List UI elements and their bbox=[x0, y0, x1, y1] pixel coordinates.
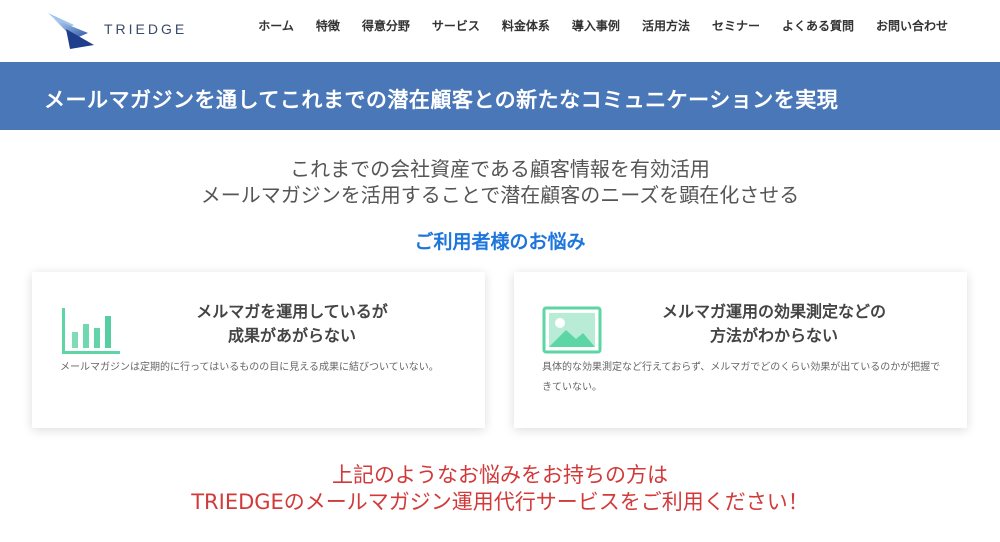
logo[interactable]: TRIEDGE bbox=[44, 10, 204, 52]
cta-line-1: 上記のようなお悩みをお持ちの方は bbox=[332, 463, 668, 487]
nav-item-contact[interactable]: お問い合わせ bbox=[876, 17, 948, 34]
section-title: ご利用者様のお悩み bbox=[414, 231, 586, 253]
card-title-line-2: 成果があがらない bbox=[227, 326, 356, 345]
nav-item-features[interactable]: 特徴 bbox=[316, 17, 340, 34]
card-title: メルマガ運用の効果測定などの 方法がわからない bbox=[614, 300, 934, 348]
card-description: メールマガジンは定期的に行ってはいるものの目に見える成果に結びついていない。 bbox=[60, 362, 439, 373]
bar-chart-icon bbox=[62, 308, 120, 354]
nav-item-home[interactable]: ホーム bbox=[258, 17, 294, 34]
concern-card-2: メルマガ運用の効果測定などの 方法がわからない 具体的な効果測定など行えておらず… bbox=[514, 272, 967, 428]
nav-item-faq[interactable]: よくある質問 bbox=[782, 17, 854, 34]
site-header: TRIEDGE ホーム 特徴 得意分野 サービス 料金体系 導入事例 活用方法 … bbox=[0, 0, 1000, 62]
card-title-line-1: メルマガ運用の効果測定などの bbox=[661, 302, 886, 321]
cta-line-2: TRIEDGEのメールマガジン運用代行サービスをご利用ください！ bbox=[191, 490, 809, 514]
nav-item-seminar[interactable]: セミナー bbox=[712, 17, 760, 34]
banner-title: メールマガジンを通してこれまでの潜在顧客との新たなコミュニケーションを実現 bbox=[44, 88, 839, 112]
nav-item-specialties[interactable]: 得意分野 bbox=[362, 17, 410, 34]
logo-text: TRIEDGE bbox=[104, 21, 188, 37]
logo-mark-icon bbox=[48, 13, 94, 49]
concern-card-1: メルマガを運用しているが 成果があがらない メールマガジンは定期的に行ってはいる… bbox=[32, 272, 485, 428]
call-to-action: 上記のようなお悩みをお持ちの方は TRIEDGEのメールマガジン運用代行サービス… bbox=[0, 462, 1000, 516]
intro-line-1: これまでの会社資産である顧客情報を有効活用 bbox=[290, 157, 710, 181]
nav-item-case-studies[interactable]: 導入事例 bbox=[572, 17, 620, 34]
main-nav: ホーム 特徴 得意分野 サービス 料金体系 導入事例 活用方法 セミナー よくあ… bbox=[258, 17, 948, 34]
hero-banner: メールマガジンを通してこれまでの潜在顧客との新たなコミュニケーションを実現 bbox=[0, 62, 1000, 130]
card-title-line-1: メルマガを運用しているが bbox=[196, 302, 388, 321]
card-description: 具体的な効果測定など行えておらず、メルマガでどのくらい効果が出ているのかが把握で… bbox=[542, 362, 941, 393]
intro-line-2: メールマガジンを活用することで潜在顧客のニーズを顕在化させる bbox=[200, 183, 800, 207]
image-icon bbox=[542, 306, 602, 354]
card-title-line-2: 方法がわからない bbox=[709, 326, 838, 345]
card-title: メルマガを運用しているが 成果があがらない bbox=[132, 300, 452, 348]
nav-item-usage[interactable]: 活用方法 bbox=[642, 17, 690, 34]
nav-item-pricing[interactable]: 料金体系 bbox=[502, 17, 550, 34]
intro-text: これまでの会社資産である顧客情報を有効活用 メールマガジンを活用することで潜在顧… bbox=[0, 156, 1000, 208]
nav-item-services[interactable]: サービス bbox=[432, 17, 480, 34]
